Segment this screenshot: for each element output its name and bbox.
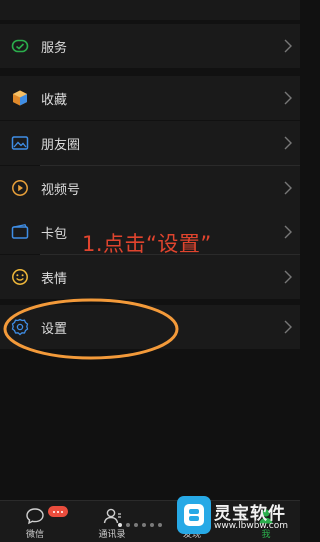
chevron-right-icon (284, 181, 292, 195)
chevron-right-icon (284, 39, 292, 53)
chevron-right-icon (284, 320, 292, 334)
tab-label: 通讯录 (98, 530, 126, 540)
favorites-cube-icon (10, 88, 30, 108)
moments-image-icon (10, 133, 30, 153)
menu-item-label: 收藏 (41, 92, 68, 108)
card-wallet-icon (10, 222, 30, 242)
status-area (0, 0, 300, 20)
emoji-smile-icon (10, 267, 30, 287)
menu-item-label: 朋友圈 (41, 137, 81, 153)
menu-item-label: 视频号 (41, 182, 81, 198)
menu-item-label: 卡包 (41, 226, 68, 242)
chevron-right-icon (284, 270, 292, 284)
unread-badge (48, 506, 68, 517)
tab-chats[interactable]: 微信 (5, 501, 68, 542)
watermark: 灵宝软件 www.lbwbw.com (174, 491, 300, 539)
chevron-right-icon (284, 136, 292, 150)
menu-item-service[interactable]: 服务 (0, 24, 300, 68)
tab-label: 微信 (25, 530, 44, 540)
menu-item-label: 服务 (41, 40, 68, 56)
chat-icon (26, 508, 44, 525)
menu-item-favorites[interactable]: 收藏 (0, 76, 300, 120)
service-icon (10, 36, 30, 56)
menu-item-emoji[interactable]: 表情 (0, 255, 300, 299)
chevron-right-icon (284, 225, 292, 239)
menu-item-moments[interactable]: 朋友圈 (0, 121, 300, 165)
highlight-ellipse (3, 298, 179, 360)
menu-item-label: 表情 (41, 271, 68, 287)
watermark-url: www.lbwbw.com (214, 521, 289, 531)
tutorial-annotation: 1.点击“设置” (82, 232, 212, 256)
watermark-logo-icon (177, 496, 211, 534)
page-indicator (118, 523, 162, 527)
chevron-right-icon (284, 91, 292, 105)
menu-item-channels[interactable]: 视频号 (0, 166, 300, 210)
tab-contacts[interactable]: 通讯录 (82, 501, 142, 542)
channels-play-icon (10, 178, 30, 198)
